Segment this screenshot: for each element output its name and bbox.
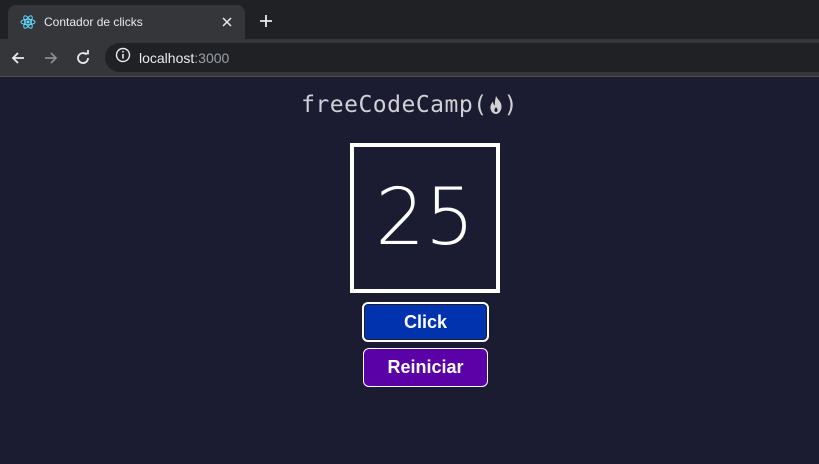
tab-strip: Contador de clicks	[0, 0, 819, 39]
click-counter-display: 25	[350, 143, 500, 293]
flame-icon	[489, 96, 502, 114]
info-icon[interactable]	[115, 47, 131, 68]
logo-text-right: )	[503, 92, 518, 118]
react-logo-icon	[20, 14, 36, 30]
browser-chrome: Contador de clicks localhost:3000	[0, 0, 819, 77]
address-bar[interactable]: localhost:3000	[105, 43, 819, 72]
browser-toolbar: localhost:3000	[0, 39, 819, 76]
click-button[interactable]: Click	[362, 302, 489, 342]
reset-button[interactable]: Reiniciar	[363, 348, 488, 387]
browser-tab[interactable]: Contador de clicks	[8, 5, 245, 39]
click-button-label: Click	[403, 311, 448, 332]
reset-button-label: Reiniciar	[387, 357, 464, 377]
app-page: freeCodeCamp() 25 Click Reiniciar	[0, 76, 819, 464]
url-text: localhost:3000	[139, 49, 230, 66]
counter-value: 25	[375, 173, 475, 263]
freecodecamp-logo: freeCodeCamp()	[0, 92, 819, 118]
tab-title: Contador de clicks	[44, 15, 143, 29]
logo-text-left: freeCodeCamp(	[301, 92, 488, 118]
close-icon[interactable]	[219, 14, 235, 30]
new-tab-plus-icon[interactable]	[257, 12, 275, 30]
reload-icon[interactable]	[73, 48, 93, 68]
forward-arrow-icon[interactable]	[41, 48, 61, 68]
back-arrow-icon[interactable]	[8, 48, 28, 68]
